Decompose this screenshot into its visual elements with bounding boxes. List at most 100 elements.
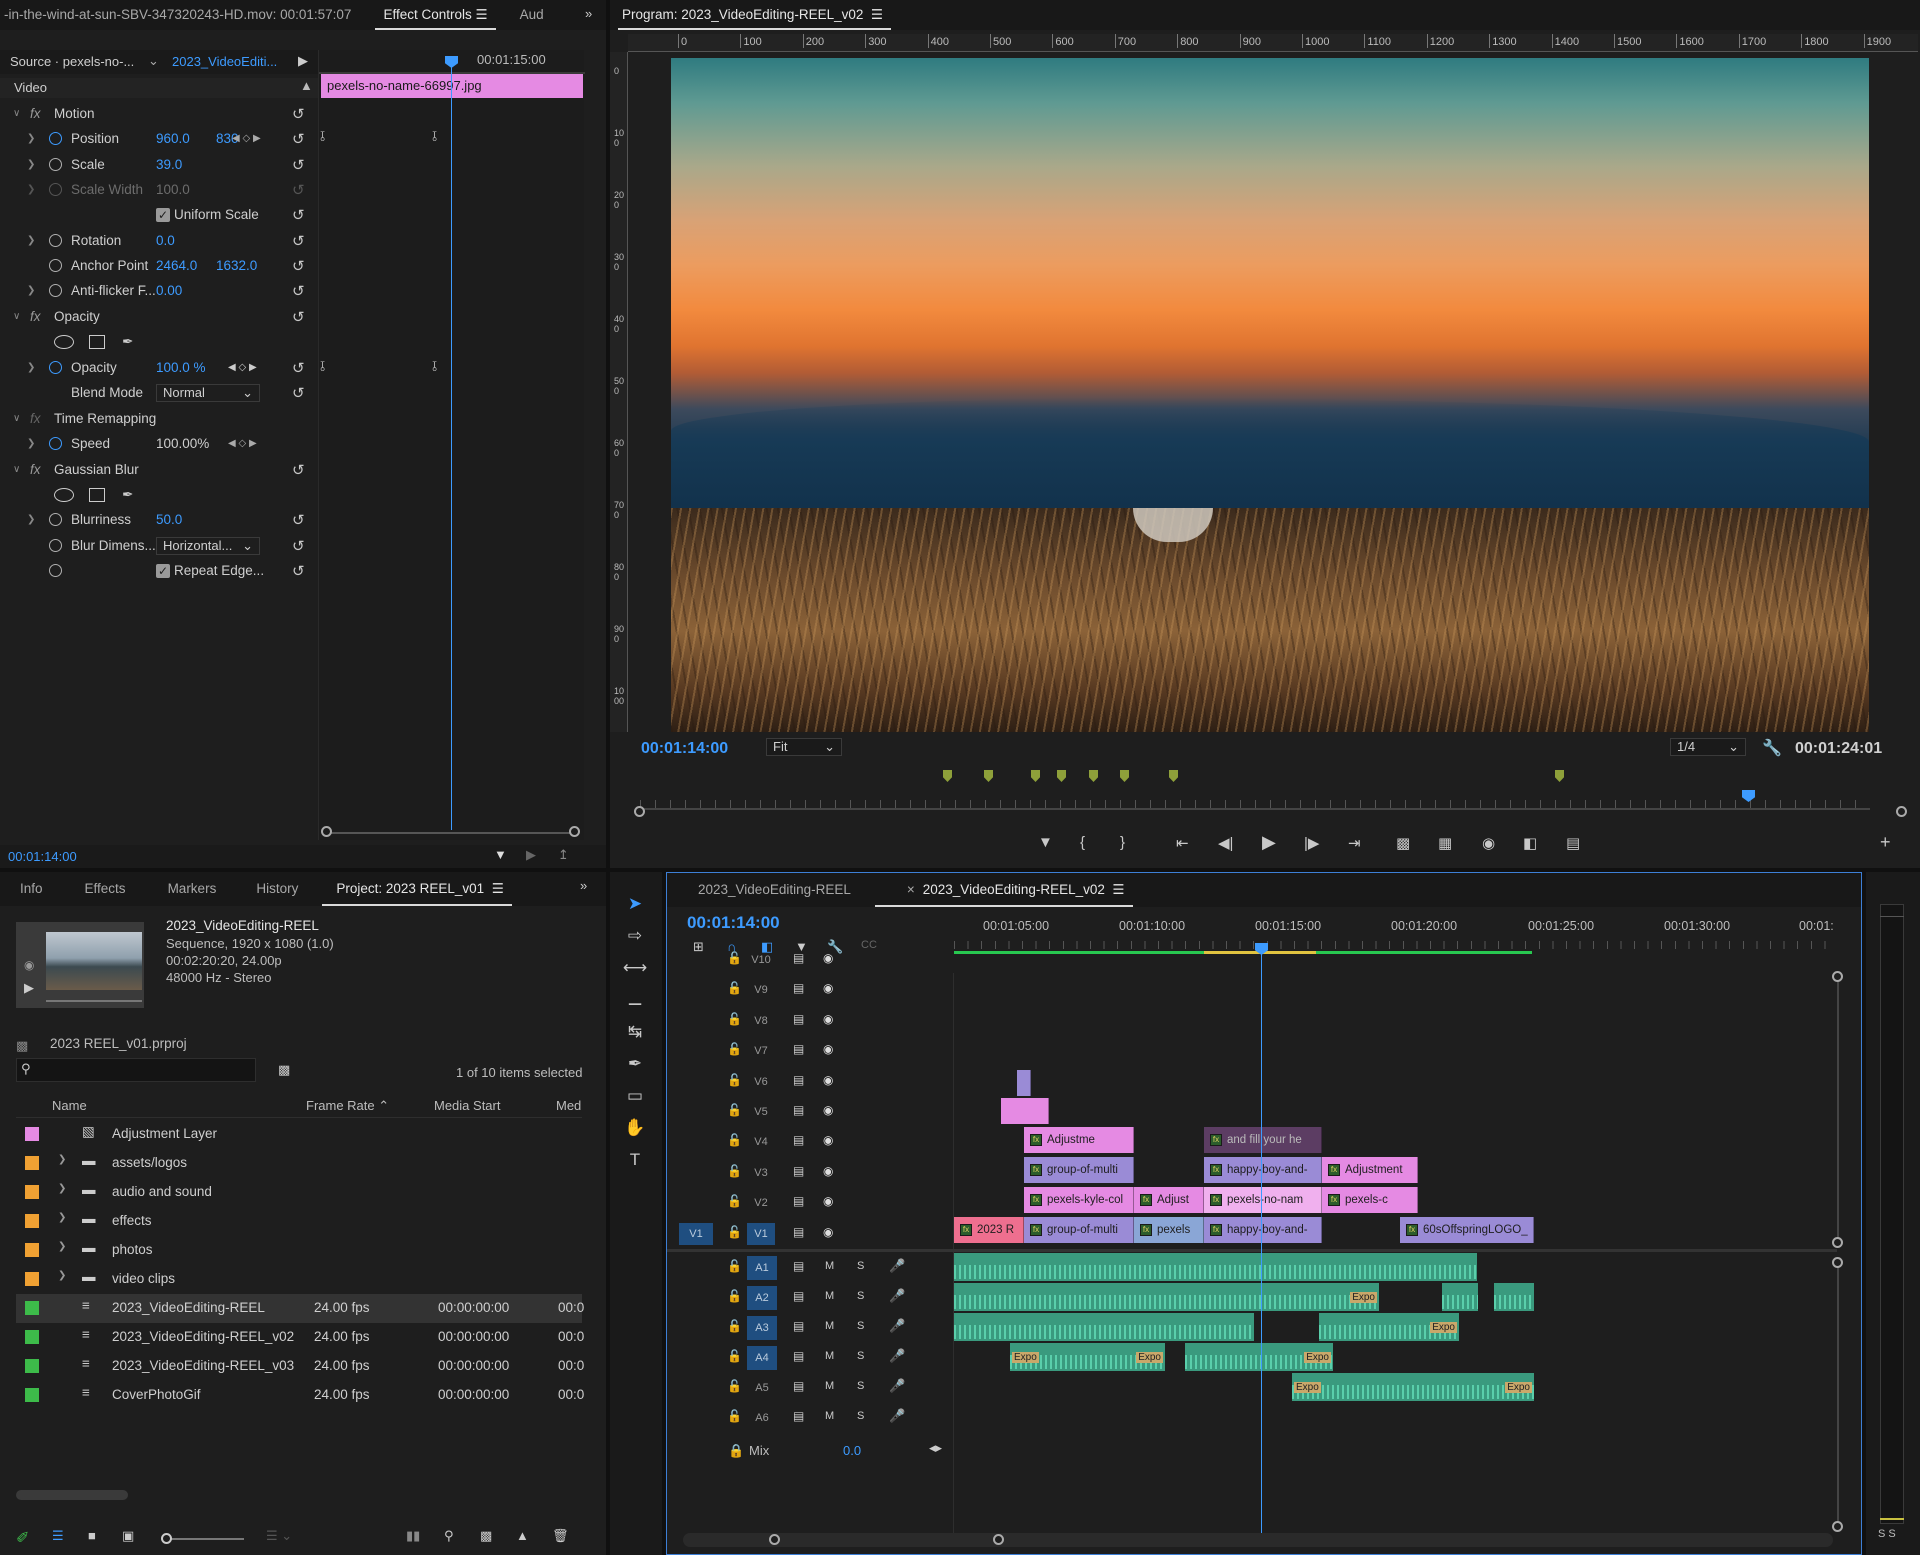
audio-clip[interactable]: [954, 1253, 1477, 1281]
clip[interactable]: fx pexels-c: [1322, 1187, 1418, 1213]
marker[interactable]: [1169, 770, 1178, 782]
stopwatch-icon[interactable]: [49, 284, 62, 297]
eye-icon[interactable]: ◉: [823, 1103, 833, 1117]
checkbox-checked-icon[interactable]: ✓: [156, 564, 170, 578]
sync-lock-icon[interactable]: ▤: [793, 1103, 804, 1117]
label-color-swatch[interactable]: [25, 1301, 39, 1315]
speed-value[interactable]: 100.00%: [156, 436, 209, 451]
clip[interactable]: fx happy-boy-and-: [1204, 1217, 1322, 1243]
col-media-end[interactable]: Med: [556, 1098, 581, 1113]
step-forward-icon[interactable]: |▶: [1304, 834, 1319, 852]
eye-icon[interactable]: ◉: [823, 1133, 833, 1147]
marker[interactable]: [1120, 770, 1129, 782]
sequence-clip-label[interactable]: 2023_VideoEditi...: [172, 54, 277, 69]
track-target[interactable]: A3: [747, 1316, 777, 1340]
ec-timeline[interactable]: 00:01:15:00 pexels-no-name-66997.jpg ⫱ ⫱…: [318, 50, 585, 840]
row-scale[interactable]: ❯ Scale 39.0 ↺: [0, 152, 318, 177]
label-color-swatch[interactable]: [25, 1272, 39, 1286]
sync-lock-icon[interactable]: ▤: [793, 1349, 804, 1363]
sync-lock-icon[interactable]: ▤: [793, 1409, 804, 1423]
video-track-header[interactable]: 🔓 V3 ▤ ◉: [667, 1158, 953, 1188]
reset-icon[interactable]: ↺: [292, 511, 305, 529]
marker[interactable]: [984, 770, 993, 782]
play-thumbnail-icon[interactable]: ▶: [24, 980, 34, 996]
ellipse-mask-icon[interactable]: [54, 487, 74, 502]
keyframe-nav-icon[interactable]: ◀ ◇ ▶: [228, 438, 257, 449]
row-antiflicker[interactable]: ❯ Anti-flicker F... 0.00 ↺: [0, 278, 318, 303]
source-patch[interactable]: V1: [679, 1222, 713, 1245]
label-color-swatch[interactable]: [25, 1185, 39, 1199]
resolution-select[interactable]: 1/4 ⌄: [1670, 738, 1746, 756]
stopwatch-icon[interactable]: [49, 234, 62, 247]
mute-button[interactable]: M: [825, 1260, 834, 1272]
video-scrollbar[interactable]: [1837, 977, 1839, 1247]
solo-button[interactable]: S: [857, 1350, 864, 1362]
track-target[interactable]: A1: [747, 1256, 777, 1280]
ellipse-mask-icon[interactable]: [54, 334, 74, 349]
sync-lock-icon[interactable]: ▤: [793, 1379, 804, 1393]
transition-label[interactable]: Expo: [1350, 1292, 1377, 1303]
fit-select[interactable]: Fit ⌄: [766, 738, 842, 756]
more-panels-icon[interactable]: »: [585, 6, 592, 21]
lock-icon[interactable]: 🔓: [727, 1194, 742, 1208]
video-track-header[interactable]: 🔓 V2 ▤ ◉: [667, 1188, 953, 1218]
row-uniform-scale[interactable]: ✓ Uniform Scale ↺: [0, 202, 318, 227]
checkbox-checked-icon[interactable]: ✓: [156, 208, 170, 222]
label-color-swatch[interactable]: [25, 1214, 39, 1228]
row-position[interactable]: ❯ Position 960.0 830 ◀ ◇ ▶ ↺: [0, 126, 318, 151]
panel-menu-icon[interactable]: ☰: [492, 881, 504, 896]
program-title[interactable]: Program: 2023_VideoEditing-REEL_v02 ☰: [610, 0, 899, 30]
row-gaussian-blur[interactable]: ∨ fx Gaussian Blur ↺: [0, 457, 318, 482]
transition-label[interactable]: Expo: [1294, 1382, 1321, 1393]
program-timecode[interactable]: 00:01:14:00: [641, 740, 728, 758]
play-icon[interactable]: ▶: [1262, 832, 1276, 853]
audio-clip[interactable]: [954, 1313, 1254, 1341]
eye-icon[interactable]: ◉: [823, 1194, 833, 1208]
clip[interactable]: fx pexels-no-nam: [1204, 1187, 1322, 1213]
clip[interactable]: [1017, 1070, 1031, 1096]
eye-icon[interactable]: ◉: [823, 1042, 833, 1056]
mute-button[interactable]: M: [825, 1290, 834, 1302]
ec-playhead-handle[interactable]: [445, 56, 458, 68]
close-icon[interactable]: ×: [907, 882, 915, 897]
clip[interactable]: fx group-of-multi: [1024, 1217, 1134, 1243]
microphone-icon[interactable]: 🎤: [889, 1378, 905, 1394]
transition-label[interactable]: Expo: [1136, 1352, 1163, 1363]
row-opacity[interactable]: ❯ Opacity 100.0 % ◀ ◇ ▶ ↺: [0, 355, 318, 380]
sync-lock-icon[interactable]: ▤: [793, 1225, 804, 1239]
transition-label[interactable]: Expo: [1012, 1352, 1039, 1363]
wrench-icon[interactable]: 🔧: [1762, 738, 1782, 758]
marker[interactable]: [943, 770, 952, 782]
lock-icon[interactable]: 🔓: [727, 1103, 742, 1117]
timeline-timecode[interactable]: 00:01:14:00: [687, 913, 780, 933]
track-target[interactable]: V2: [747, 1192, 775, 1214]
sync-lock-icon[interactable]: ▤: [793, 981, 804, 995]
reset-icon[interactable]: ↺: [292, 384, 305, 402]
ec-current-time[interactable]: 00:01:14:00: [8, 849, 77, 864]
lock-icon[interactable]: 🔓: [727, 1409, 742, 1423]
rotation-value[interactable]: 0.0: [156, 233, 175, 248]
row-speed[interactable]: ❯ Speed 100.00% ◀ ◇ ▶: [0, 431, 318, 456]
clip[interactable]: fx group-of-multi: [1024, 1157, 1134, 1183]
anchor-x-value[interactable]: 2464.0: [156, 258, 197, 273]
rectangle-mask-icon[interactable]: [89, 334, 105, 349]
add-marker-icon[interactable]: ▼: [1038, 834, 1053, 851]
keyframe-nav-icon[interactable]: ◀ ◇ ▶: [228, 362, 257, 373]
marker[interactable]: [1555, 770, 1564, 782]
tab-sequence-1[interactable]: 2023_VideoEditing-REEL: [667, 873, 867, 907]
list-item[interactable]: ❯ ▬ video clips: [16, 1265, 582, 1294]
sync-lock-icon[interactable]: ▤: [793, 1133, 804, 1147]
stopwatch-icon[interactable]: [49, 539, 62, 552]
sync-lock-icon[interactable]: ▤: [793, 951, 804, 965]
list-item[interactable]: ≡ 2023_VideoEditing-REEL_v03 24.00 fps 00:0…: [16, 1352, 584, 1381]
collapse-icon[interactable]: ▲: [300, 78, 313, 93]
pen-mask-icon[interactable]: ✒: [122, 487, 133, 503]
reset-icon[interactable]: ↺: [292, 105, 305, 123]
reset-icon[interactable]: ↺: [292, 257, 305, 275]
track-target[interactable]: V8: [747, 1010, 775, 1032]
track-target[interactable]: V5: [747, 1101, 775, 1123]
row-blurriness[interactable]: ❯ Blurriness 50.0 ↺: [0, 507, 318, 532]
video-track-header[interactable]: 🔓 V6 ▤ ◉: [667, 1067, 953, 1097]
track-target[interactable]: A6: [747, 1406, 777, 1430]
eye-icon[interactable]: ◉: [823, 1164, 833, 1178]
